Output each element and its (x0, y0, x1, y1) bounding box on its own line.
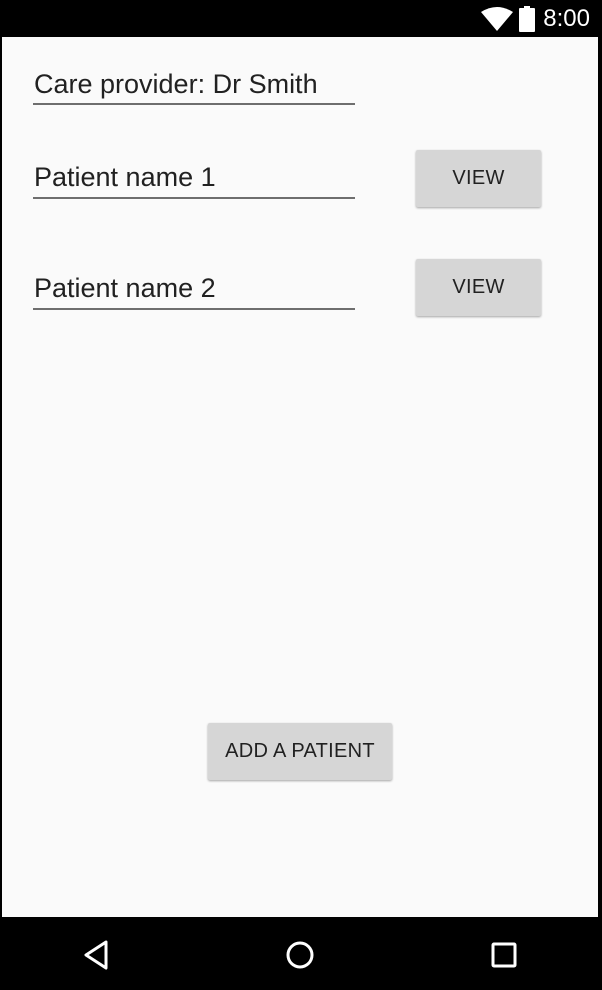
recents-icon (491, 942, 517, 968)
view-patient-1-button[interactable]: VIEW (416, 150, 541, 207)
wifi-icon (481, 7, 514, 31)
add-patient-button[interactable]: ADD A PATIENT (208, 723, 392, 780)
back-button[interactable] (76, 935, 116, 975)
status-time: 8:00 (543, 5, 590, 32)
back-icon (84, 940, 108, 970)
app-screen: 8:00 Care provider: Dr Smith Patient nam… (2, 0, 598, 990)
recents-button[interactable] (484, 935, 524, 975)
navigation-bar (2, 917, 598, 990)
home-icon (286, 941, 314, 969)
status-bar: 8:00 (2, 0, 598, 37)
status-icons: 8:00 (481, 4, 590, 34)
patient-name-field-2[interactable]: Patient name 2 (33, 271, 355, 310)
patient-name-field-1[interactable]: Patient name 1 (33, 160, 355, 199)
home-button[interactable] (280, 935, 320, 975)
battery-icon (519, 6, 536, 32)
care-provider-field[interactable]: Care provider: Dr Smith (33, 67, 355, 105)
view-patient-2-button[interactable]: VIEW (416, 259, 541, 316)
